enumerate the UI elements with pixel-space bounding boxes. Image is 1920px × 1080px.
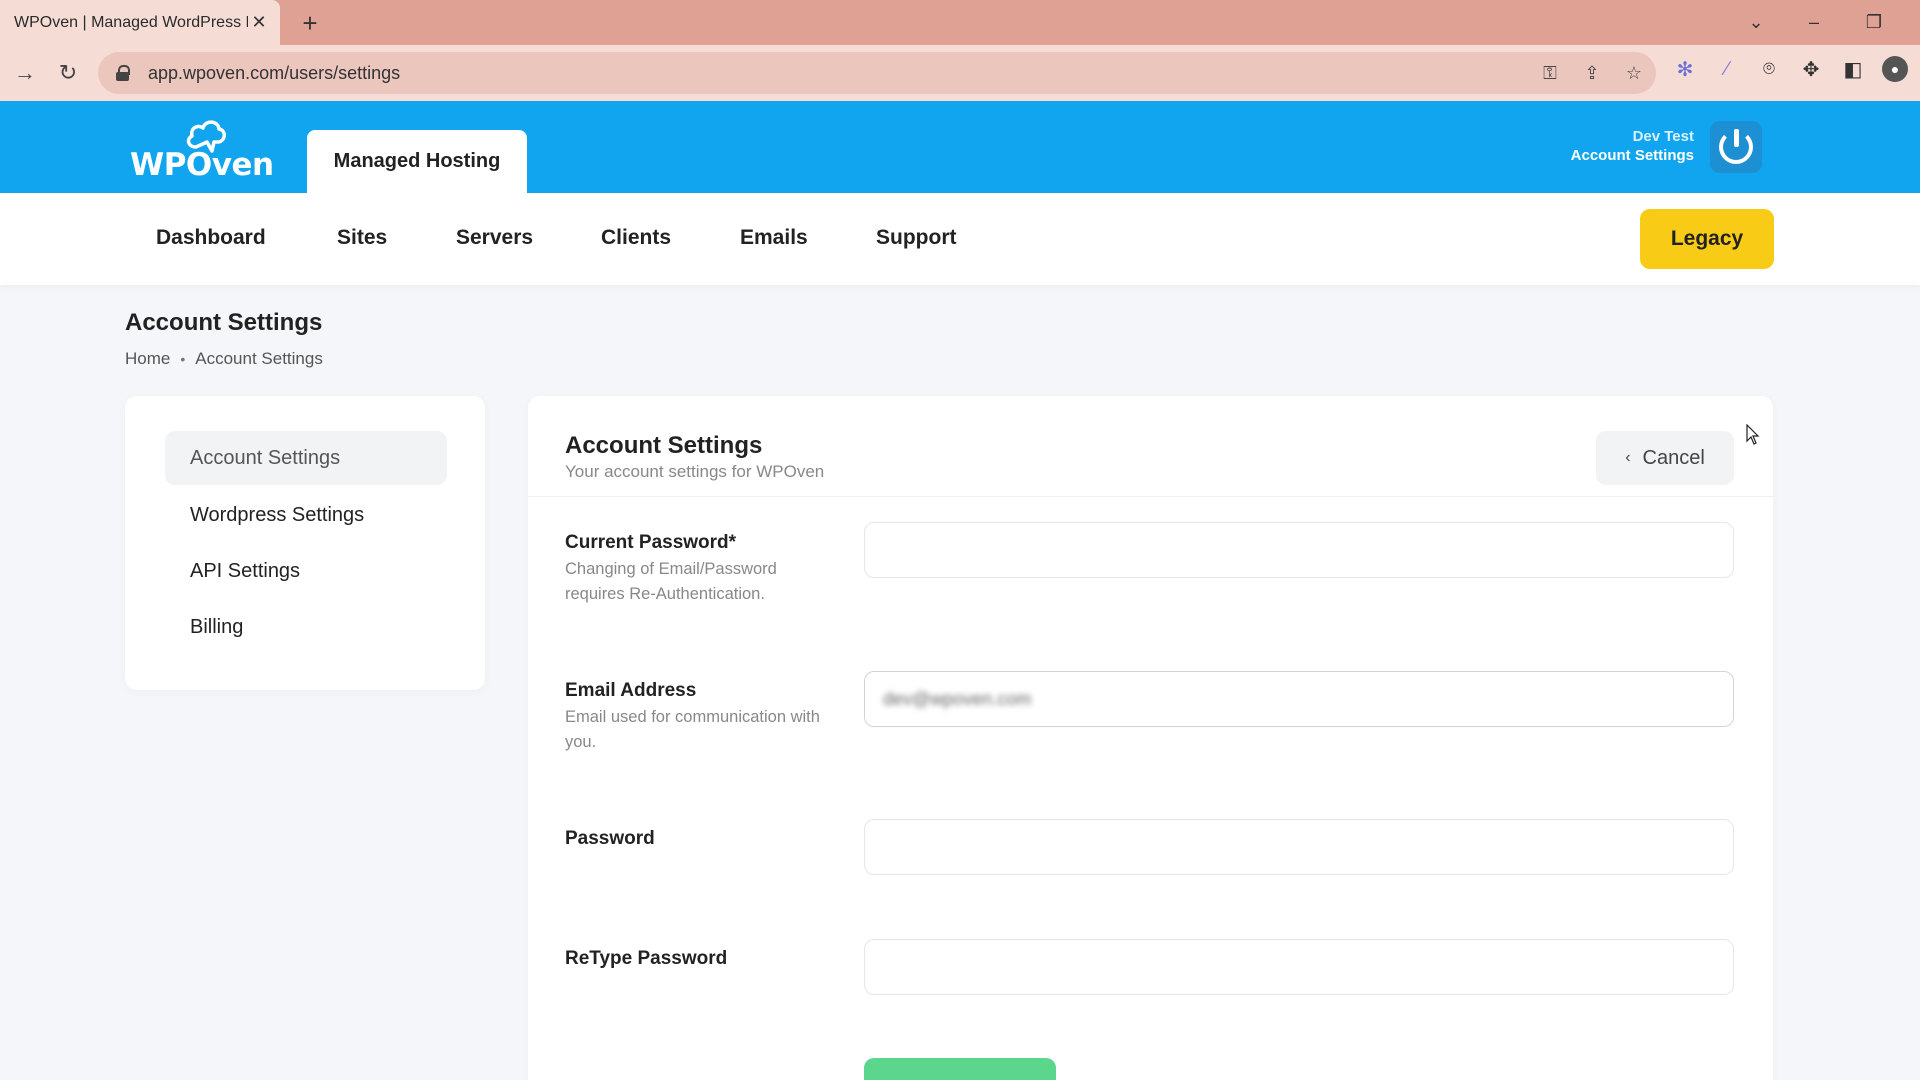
pen-icon[interactable]: ∕ xyxy=(1714,56,1740,82)
cancel-button[interactable]: ‹ Cancel xyxy=(1596,431,1734,485)
star-icon[interactable]: ☆ xyxy=(1622,61,1646,85)
new-tab-icon[interactable]: + xyxy=(296,8,324,38)
key-icon[interactable]: ⚿ xyxy=(1538,61,1562,85)
profile-avatar[interactable]: ● xyxy=(1882,56,1908,82)
wpoven-logo[interactable]: WPOven xyxy=(130,117,274,183)
minimize-icon[interactable]: – xyxy=(1800,8,1828,36)
reload-icon[interactable]: ↻ xyxy=(53,58,83,88)
logo-text: WPOven xyxy=(130,147,274,183)
browser-tab[interactable]: WPOven | Managed WordPress H ✕ xyxy=(0,0,280,45)
share-icon[interactable]: ⇪ xyxy=(1580,61,1604,85)
chevron-down-icon[interactable]: ⌄ xyxy=(1742,8,1770,36)
user-name: Dev Test xyxy=(1632,128,1694,145)
sidebar-item-account-settings[interactable]: Account Settings xyxy=(165,431,447,485)
email-address-help: Email used for communication with you. xyxy=(565,708,820,751)
url-text: app.wpoven.com/users/settings xyxy=(148,62,401,83)
sidepanel-icon[interactable]: ◧ xyxy=(1840,56,1866,82)
email-field[interactable]: dev@wpoven.com xyxy=(864,671,1734,727)
sidebar-item-wordpress-settings[interactable]: Wordpress Settings xyxy=(165,488,447,542)
current-password-field[interactable] xyxy=(864,522,1734,578)
sidebar-item-api-settings[interactable]: API Settings xyxy=(165,544,447,598)
password-field[interactable] xyxy=(864,819,1734,875)
nav-item-dashboard[interactable]: Dashboard xyxy=(156,226,266,250)
nav-item-clients[interactable]: Clients xyxy=(601,226,671,250)
breadcrumb-home[interactable]: Home xyxy=(125,349,170,369)
mouse-cursor-icon xyxy=(1746,424,1760,445)
browser-tabstrip: WPOven | Managed WordPress H ✕ + ⌄ – ❐ xyxy=(0,0,1920,45)
lock-icon xyxy=(116,65,130,81)
browser-tab-title: WPOven | Managed WordPress H xyxy=(14,13,248,31)
extension-gear-icon[interactable]: ✻ xyxy=(1672,56,1698,82)
card-title: Account Settings xyxy=(565,432,763,459)
page-title: Account Settings xyxy=(125,309,323,336)
main-nav: Dashboard Sites Servers Clients Emails S… xyxy=(0,193,1920,285)
browser-toolbar: → ↻ app.wpoven.com/users/settings ⚿ ⇪ ☆ xyxy=(0,45,1920,101)
site-header: WPOven Managed Hosting Dev Test Account … xyxy=(0,101,1920,193)
settings-sidebar: Account Settings Wordpress Settings API … xyxy=(125,396,485,690)
breadcrumb-current: Account Settings xyxy=(195,349,323,368)
camera-icon[interactable]: ⌾ xyxy=(1756,56,1782,82)
card-divider xyxy=(528,496,1773,497)
logout-button[interactable] xyxy=(1710,121,1762,173)
breadcrumb-separator: • xyxy=(180,351,186,367)
puzzle-icon[interactable]: ✥ xyxy=(1798,56,1824,82)
legacy-button[interactable]: Legacy xyxy=(1640,209,1774,269)
nav-item-emails[interactable]: Emails xyxy=(740,226,808,250)
email-value: dev@wpoven.com xyxy=(883,688,1032,709)
tab-managed-hosting[interactable]: Managed Hosting xyxy=(307,130,527,193)
user-account-settings-link[interactable]: Account Settings xyxy=(1571,146,1694,165)
breadcrumb: Home • Account Settings xyxy=(125,349,323,369)
card-subtitle: Your account settings for WPOven xyxy=(565,462,825,481)
retype-password-label: ReType Password xyxy=(565,948,728,969)
close-tab-icon[interactable]: ✕ xyxy=(248,12,270,34)
email-address-label: Email Address xyxy=(565,680,697,701)
user-menu[interactable]: Dev Test Account Settings xyxy=(1571,127,1694,165)
nav-item-sites[interactable]: Sites xyxy=(337,226,387,250)
chevron-left-icon: ‹ xyxy=(1625,449,1631,466)
current-password-help: Changing of Email/Password requires Re-A… xyxy=(565,560,777,603)
sidebar-item-billing[interactable]: Billing xyxy=(165,600,447,654)
nav-item-servers[interactable]: Servers xyxy=(456,226,533,250)
save-button[interactable] xyxy=(864,1058,1056,1080)
power-icon-bar xyxy=(1733,129,1739,147)
nav-item-support[interactable]: Support xyxy=(876,226,956,250)
password-label: Password xyxy=(565,828,655,849)
cancel-label: Cancel xyxy=(1642,446,1705,469)
address-bar[interactable]: app.wpoven.com/users/settings ⚿ ⇪ ☆ xyxy=(98,52,1656,94)
forward-icon[interactable]: → xyxy=(10,58,40,88)
restore-icon[interactable]: ❐ xyxy=(1860,8,1888,36)
retype-password-field[interactable] xyxy=(864,939,1734,995)
account-settings-card: Account Settings Your account settings f… xyxy=(528,396,1773,1080)
current-password-label: Current Password* xyxy=(565,532,737,553)
